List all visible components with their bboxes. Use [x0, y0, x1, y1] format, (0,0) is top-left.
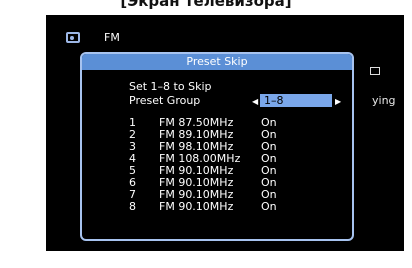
- dialog-title: Preset Skip: [82, 54, 352, 70]
- preset-group-selector[interactable]: 1–8: [260, 94, 332, 107]
- preset-list: 1 FM 87.50MHz On 2 FM 89.10MHz On 3 FM 9…: [129, 117, 349, 213]
- tuner-icon: [66, 32, 80, 43]
- status-icon: [370, 67, 380, 75]
- skip-instruction: Set 1–8 to Skip: [129, 80, 212, 93]
- preset-state: On: [261, 200, 277, 213]
- preset-row[interactable]: 8 FM 90.10MHz On: [129, 201, 349, 213]
- background-text-right: ying: [372, 94, 396, 107]
- preset-skip-dialog: Preset Skip Set 1–8 to Skip Preset Group…: [80, 52, 354, 241]
- source-label: FM: [104, 31, 120, 44]
- preset-group-label: Preset Group: [129, 94, 201, 107]
- preset-frequency: FM 90.10MHz: [159, 200, 234, 213]
- preset-number: 8: [129, 200, 136, 213]
- arrow-right-icon[interactable]: ▶: [335, 97, 341, 106]
- arrow-left-icon[interactable]: ◀: [252, 97, 258, 106]
- screen-caption: [Экран телевизора]: [120, 0, 292, 10]
